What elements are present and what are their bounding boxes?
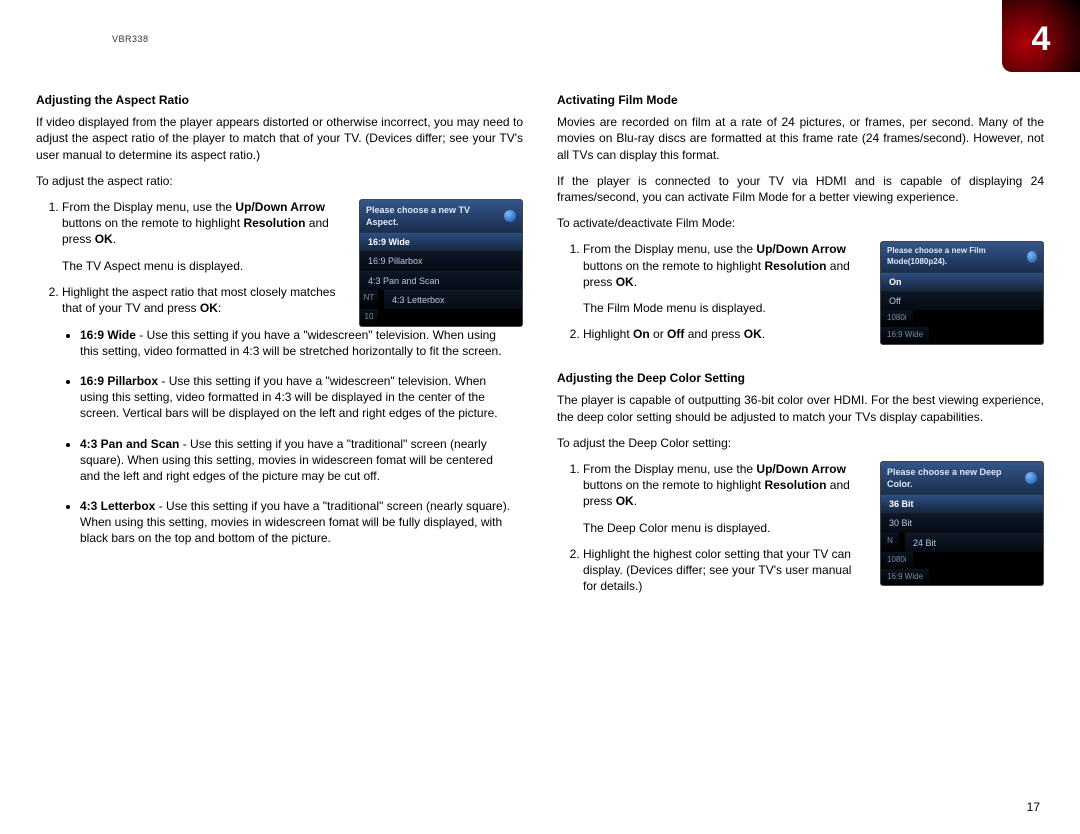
menu-option: Off	[881, 291, 1043, 310]
screenshot-deep-color-menu: Please choose a new Deep Color. 36 Bit 3…	[880, 461, 1044, 586]
aspect-intro: If video displayed from the player appea…	[36, 114, 523, 163]
film-step-1: From the Display menu, use the Up/Down A…	[583, 241, 866, 316]
aspect-step-2: Highlight the aspect ratio that most clo…	[62, 284, 345, 316]
deep-step-1: From the Display menu, use the Up/Down A…	[583, 461, 866, 536]
menu-option: 30 Bit	[881, 513, 1043, 532]
deep-intro: The player is capable of outputting 36-b…	[557, 392, 1044, 424]
film-intro2: If the player is connected to your TV vi…	[557, 173, 1044, 205]
deep-lead: To adjust the Deep Color setting:	[557, 435, 1044, 451]
list-item: 4:3 Letterbox - Use this setting if you …	[80, 498, 523, 547]
aspect-lead: To adjust the aspect ratio:	[36, 173, 523, 189]
list-item: 16:9 Pillarbox - Use this setting if you…	[80, 373, 523, 422]
page-number: 17	[1027, 800, 1040, 814]
heading-aspect: Adjusting the Aspect Ratio	[36, 92, 523, 108]
film-intro1: Movies are recorded on film at a rate of…	[557, 114, 1044, 163]
film-step-block: From the Display menu, use the Up/Down A…	[557, 241, 1044, 352]
content-columns: Adjusting the Aspect Ratio If video disp…	[36, 92, 1044, 604]
menu-option: 16:9 Wide	[360, 232, 522, 251]
film-step-2: Highlight On or Off and press OK.	[583, 326, 866, 342]
menu-option: 16:9 Pillarbox	[360, 251, 522, 270]
screenshot-tv-aspect-menu: Please choose a new TV Aspect. 16:9 Wide…	[359, 199, 523, 327]
right-column: Activating Film Mode Movies are recorded…	[557, 92, 1044, 604]
menu-option: 24 Bit	[905, 533, 1043, 552]
aspect-step1-after: The TV Aspect menu is displayed.	[62, 258, 345, 274]
menu-option: 4:3 Pan and Scan	[360, 271, 522, 290]
help-icon	[1025, 472, 1037, 484]
menu-option: 4:3 Letterbox	[384, 290, 522, 309]
deep-step-block: From the Display menu, use the Up/Down A…	[557, 461, 1044, 604]
left-column: Adjusting the Aspect Ratio If video disp…	[36, 92, 523, 604]
help-icon	[1027, 251, 1037, 263]
deep-step1-after: The Deep Color menu is displayed.	[583, 520, 866, 536]
menu-option: 36 Bit	[881, 494, 1043, 513]
aspect-options-list: 16:9 Wide - Use this setting if you have…	[36, 327, 523, 547]
aspect-step-1: From the Display menu, use the Up/Down A…	[62, 199, 345, 274]
manual-page: VBR338 4 Adjusting the Aspect Ratio If v…	[0, 0, 1080, 834]
aspect-step-block: From the Display menu, use the Up/Down A…	[36, 199, 523, 327]
help-icon	[504, 210, 516, 222]
model-label: VBR338	[112, 34, 149, 44]
chapter-tab: 4	[1002, 0, 1080, 72]
list-item: 16:9 Wide - Use this setting if you have…	[80, 327, 523, 359]
heading-deep-color: Adjusting the Deep Color Setting	[557, 370, 1044, 386]
deep-step-2: Highlight the highest color setting that…	[583, 546, 866, 595]
menu-option: On	[881, 272, 1043, 291]
heading-film: Activating Film Mode	[557, 92, 1044, 108]
screenshot-film-mode-menu: Please choose a new Film Mode(1080p24). …	[880, 241, 1044, 344]
list-item: 4:3 Pan and Scan - Use this setting if y…	[80, 436, 523, 485]
page-header: VBR338 4	[36, 28, 1044, 76]
chapter-number: 4	[1032, 20, 1051, 59]
film-lead: To activate/deactivate Film Mode:	[557, 215, 1044, 231]
film-step1-after: The Film Mode menu is displayed.	[583, 300, 866, 316]
